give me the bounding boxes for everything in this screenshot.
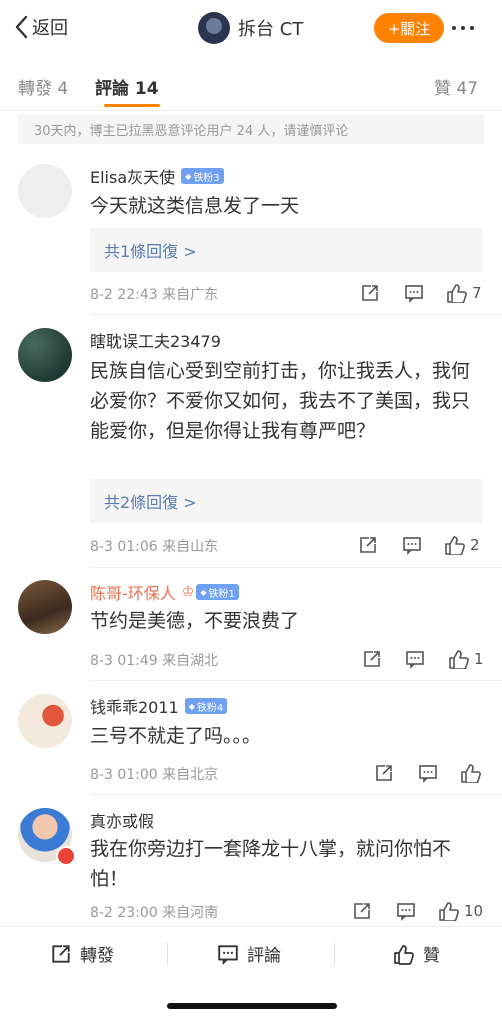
author-name: 瞎耽误工夫23479 bbox=[90, 332, 221, 351]
share-icon[interactable] bbox=[352, 901, 372, 921]
avatar[interactable] bbox=[198, 12, 230, 44]
avatar[interactable] bbox=[18, 694, 72, 748]
comment-author[interactable]: 钱乖乖2011 铁粉4 bbox=[90, 694, 228, 718]
share-icon bbox=[52, 944, 70, 963]
comment-actions: 10 bbox=[0, 901, 502, 921]
thumbs-up-icon bbox=[394, 944, 414, 965]
share-icon[interactable] bbox=[360, 283, 380, 303]
fan-badge: 铁粉4 bbox=[184, 698, 228, 714]
divider bbox=[167, 943, 168, 965]
divider bbox=[90, 567, 502, 568]
comment-actions bbox=[0, 763, 502, 783]
tab-repost[interactable]: 轉發 4 bbox=[18, 74, 68, 99]
comment-text: 节约是美德，不要浪费了 bbox=[90, 610, 300, 632]
verified-badge-icon bbox=[56, 846, 76, 866]
like-button[interactable]: 2 bbox=[444, 535, 480, 555]
comment-icon[interactable] bbox=[404, 283, 424, 303]
tab-likes[interactable]: 贊 47 bbox=[434, 74, 478, 99]
chevron-left-icon bbox=[15, 15, 28, 39]
comment-icon[interactable] bbox=[396, 901, 416, 921]
comment-button[interactable]: 評論 bbox=[217, 941, 281, 966]
avatar[interactable] bbox=[18, 580, 72, 634]
comment-text: 我在你旁边打一套降龙十八掌，就问你怕不怕！ bbox=[90, 838, 452, 890]
comment-author[interactable]: 真亦或假 bbox=[90, 808, 154, 832]
like-count: 10 bbox=[464, 902, 484, 920]
tab-comments[interactable]: 評論 14 bbox=[95, 74, 159, 99]
fan-badge: 铁粉1 bbox=[196, 584, 239, 600]
repost-button[interactable]: 轉發 bbox=[50, 941, 114, 966]
share-icon[interactable] bbox=[362, 649, 382, 669]
author-name: 真亦或假 bbox=[90, 812, 155, 831]
like-count: 2 bbox=[470, 536, 480, 554]
tab-bar: 轉發 4 評論 14 贊 47 bbox=[0, 56, 502, 111]
active-tab-indicator bbox=[104, 104, 160, 107]
author-name: 钱乖乖2011 bbox=[90, 698, 179, 717]
comment-author[interactable]: 陈哥-环保人 ♔ 铁粉1 bbox=[90, 580, 239, 604]
home-indicator bbox=[167, 1003, 337, 1009]
comment-icon[interactable] bbox=[402, 535, 422, 555]
share-icon[interactable] bbox=[358, 535, 378, 555]
thumbs-up-icon bbox=[445, 536, 465, 555]
profile-title[interactable]: 拆台 CT bbox=[198, 12, 303, 44]
bottom-action-bar: 轉發 評論 贊 bbox=[0, 926, 502, 1025]
like-button[interactable]: 贊 bbox=[393, 941, 440, 966]
like-count: 7 bbox=[472, 284, 482, 302]
fan-badge: 铁粉3 bbox=[181, 168, 224, 184]
comment-icon bbox=[218, 944, 238, 965]
like-button[interactable]: 10 bbox=[438, 901, 483, 921]
avatar[interactable] bbox=[18, 164, 72, 218]
author-name: Elisa灰天使 bbox=[90, 168, 176, 187]
comment-actions: 7 bbox=[0, 283, 502, 303]
thumbs-up-icon bbox=[439, 902, 459, 921]
crown-icon: ♔ bbox=[181, 584, 195, 600]
thumbs-up-icon bbox=[449, 650, 469, 669]
follow-button[interactable]: +關注 bbox=[374, 13, 444, 43]
thumbs-up-icon bbox=[461, 764, 481, 783]
more-options-icon[interactable] bbox=[452, 26, 474, 30]
share-icon[interactable] bbox=[374, 763, 394, 783]
comment-text: 民族自信心受到空前打击，你让我丢人，我何必爱你？不爱你又如何，我去不了美国，我只… bbox=[90, 360, 471, 442]
replies-link[interactable]: 共1條回復 > bbox=[90, 228, 483, 272]
comment-actions: 1 bbox=[0, 649, 502, 669]
back-button[interactable]: 返回 bbox=[14, 14, 68, 40]
comment-author[interactable]: 瞎耽误工夫23479 bbox=[90, 328, 221, 352]
like-label: 贊 bbox=[423, 946, 440, 966]
divider bbox=[90, 314, 502, 315]
avatar[interactable] bbox=[18, 328, 72, 382]
divider bbox=[90, 794, 502, 795]
moderation-notice: 30天内，博主已拉黑恶意评论用户 24 人，请谨慎评论 bbox=[18, 114, 484, 144]
author-name: 陈哥-环保人 bbox=[90, 584, 176, 603]
comment-text: 三号不就走了吗。。。 bbox=[90, 725, 262, 747]
like-button[interactable] bbox=[460, 763, 486, 783]
replies-link[interactable]: 共2條回復 > bbox=[90, 479, 483, 523]
like-button[interactable]: 1 bbox=[448, 649, 484, 669]
page-title: 拆台 CT bbox=[238, 19, 304, 40]
comment-label: 評論 bbox=[247, 946, 281, 966]
back-label: 返回 bbox=[32, 18, 68, 39]
comment-author[interactable]: Elisa灰天使 铁粉3 bbox=[90, 164, 224, 188]
comment-icon[interactable] bbox=[405, 649, 425, 669]
top-bar: 返回 拆台 CT +關注 bbox=[0, 0, 502, 56]
divider bbox=[334, 943, 335, 965]
like-button[interactable]: 7 bbox=[446, 283, 482, 303]
comment-text: 今天就这类信息发了一天 bbox=[90, 195, 300, 217]
comment-icon[interactable] bbox=[418, 763, 438, 783]
like-count: 1 bbox=[474, 650, 484, 668]
divider bbox=[90, 680, 502, 681]
comment-actions: 2 bbox=[0, 535, 502, 555]
thumbs-up-icon bbox=[447, 284, 467, 303]
repost-label: 轉發 bbox=[80, 946, 114, 966]
